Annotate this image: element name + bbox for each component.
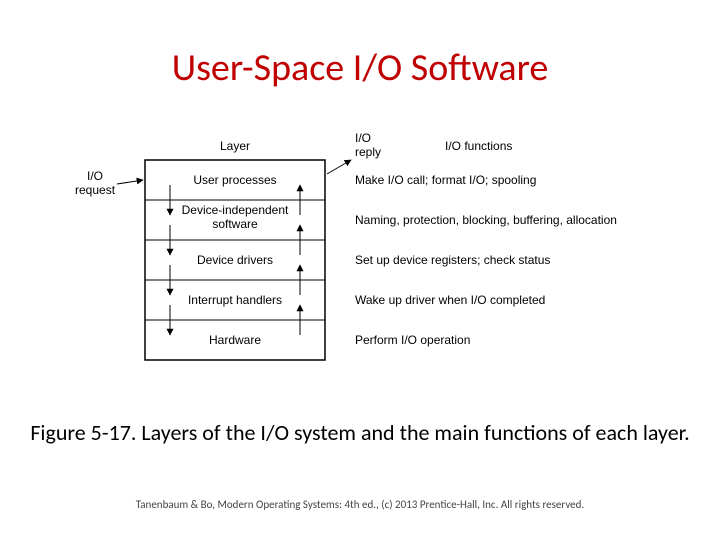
layer-0-fn: Make I/O call; format I/O; spooling bbox=[355, 173, 536, 187]
layer-stack: User processes Device-independent softwa… bbox=[145, 160, 325, 360]
svg-text:reply: reply bbox=[355, 145, 381, 159]
layer-3-fn: Wake up driver when I/O completed bbox=[355, 293, 545, 307]
layer-4-fn: Perform I/O operation bbox=[355, 333, 470, 347]
figure-caption: Figure 5-17. Layers of the I/O system an… bbox=[0, 420, 720, 446]
page-title: User-Space I/O Software bbox=[0, 45, 720, 91]
header-layer: Layer bbox=[220, 139, 250, 153]
layer-1-label-a: Device-independent bbox=[182, 203, 289, 217]
layer-1-label-b: software bbox=[212, 217, 258, 231]
svg-text:I/O: I/O bbox=[355, 131, 371, 145]
io-layers-diagram: User processes Device-independent softwa… bbox=[75, 130, 635, 390]
slide: User-Space I/O Software User processes bbox=[0, 0, 720, 540]
layer-2-label: Device drivers bbox=[197, 253, 273, 267]
layer-3-label: Interrupt handlers bbox=[188, 293, 282, 307]
layer-1-fn: Naming, protection, blocking, buffering,… bbox=[355, 213, 617, 227]
io-reply-label: I/O reply bbox=[327, 131, 381, 174]
layer-0-label: User processes bbox=[193, 173, 276, 187]
svg-text:I/O: I/O bbox=[87, 169, 103, 183]
copyright-line: Tanenbaum & Bo, Modern Operating Systems… bbox=[0, 498, 720, 511]
layer-4-label: Hardware bbox=[209, 333, 261, 347]
svg-text:request: request bbox=[75, 183, 116, 197]
io-request-label: I/O request bbox=[75, 169, 143, 197]
layer-2-fn: Set up device registers; check status bbox=[355, 253, 550, 267]
header-functions: I/O functions bbox=[445, 139, 512, 153]
